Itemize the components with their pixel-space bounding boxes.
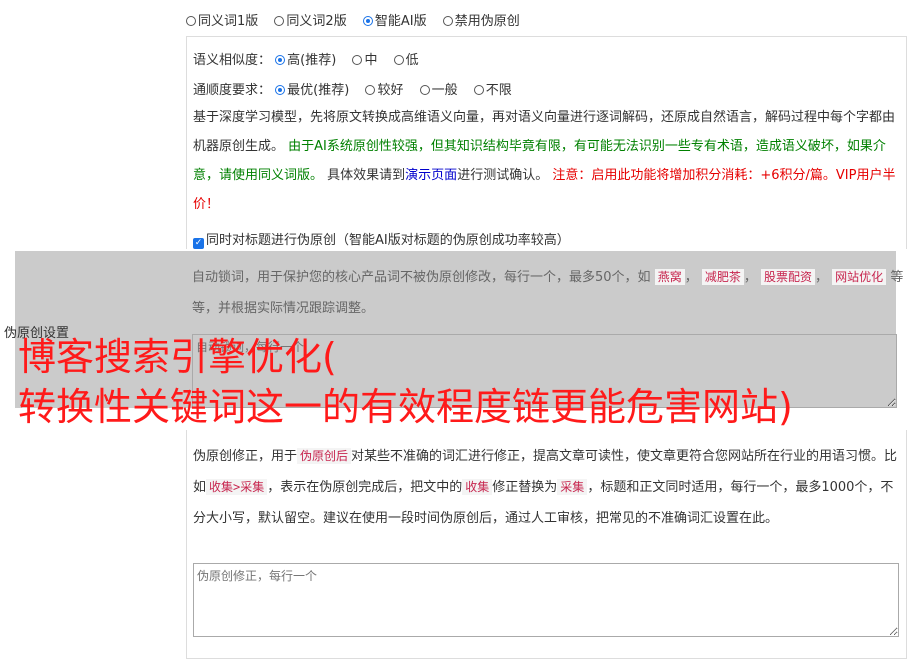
lock-words-section: 自动锁词，用于保护您的核心产品词不被伪原创修改，每行一个，最多50个，如 燕窝，… <box>186 262 905 324</box>
fluency-option-unlimited[interactable]: 不限 <box>473 79 512 98</box>
similarity-label: 语义相似度： <box>193 53 272 68</box>
ai-settings-panel: 语义相似度： 高(推荐) 中 低 通顺度要求： 最优(推荐) 较好 一般 不限 … <box>186 36 907 249</box>
overlay-line-1: 博客搜索引擎优化( <box>18 335 337 379</box>
overlay-headline: 博客搜索引擎优化( 转换性关键词这一的有效程度链更能危害网站) <box>18 332 793 432</box>
checkbox-checked-icon[interactable]: ✓ <box>193 238 204 249</box>
radio-icon[interactable] <box>274 16 285 26</box>
fluency-label: 通顺度要求： <box>193 83 272 98</box>
example-tag: 减肥茶 <box>701 269 744 285</box>
mode-option-synonym2[interactable]: 同义词2版 <box>274 10 347 29</box>
demo-page-link[interactable]: 演示页面 <box>405 168 457 183</box>
similarity-option-medium[interactable]: 中 <box>352 49 377 68</box>
radio-icon[interactable] <box>473 85 484 95</box>
example-tag: 伪原创后 <box>297 448 352 464</box>
title-checkbox-label: 同时对标题进行伪原创（智能AI版对标题的伪原创成功率较高） <box>206 233 570 248</box>
mode-radio-group: 同义词1版 同义词2版 智能AI版 禁用伪原创 <box>186 10 532 29</box>
mode-option-ai[interactable]: 智能AI版 <box>362 10 427 29</box>
radio-icon[interactable] <box>419 85 430 95</box>
example-tag: 股票配资 <box>761 269 816 285</box>
title-checkbox-row[interactable]: ✓ 同时对标题进行伪原创（智能AI版对标题的伪原创成功率较高） <box>193 229 570 249</box>
fluency-option-good[interactable]: 较好 <box>365 79 403 98</box>
mode-option-synonym1[interactable]: 同义词1版 <box>186 10 258 29</box>
fluency-option-normal[interactable]: 一般 <box>419 79 458 98</box>
fluency-row: 通顺度要求： 最优(推荐) 较好 一般 不限 <box>193 79 524 98</box>
radio-icon[interactable] <box>352 55 363 65</box>
overlay-line-2: 转换性关键词这一的有效程度链更能危害网站) <box>18 385 793 429</box>
radio-selected-icon[interactable] <box>275 55 286 65</box>
mode-option-disable[interactable]: 禁用伪原创 <box>442 10 520 29</box>
radio-icon[interactable] <box>442 16 453 26</box>
radio-selected-icon[interactable] <box>362 16 373 26</box>
correction-section: 伪原创修正，用于 伪原创后 对某些不准确的词汇进行修正，提高文章可读性，使文章更符合… <box>186 430 907 659</box>
example-tag: 燕窝 <box>654 269 685 285</box>
radio-icon[interactable] <box>393 55 404 65</box>
fluency-option-best[interactable]: 最优(推荐) <box>275 79 349 98</box>
radio-selected-icon[interactable] <box>275 85 286 95</box>
similarity-option-low[interactable]: 低 <box>393 49 419 68</box>
similarity-row: 语义相似度： 高(推荐) 中 低 <box>193 49 431 68</box>
example-tag: 采集 <box>557 479 588 495</box>
correction-textarea[interactable] <box>193 563 899 637</box>
radio-icon[interactable] <box>186 16 196 26</box>
radio-icon[interactable] <box>365 85 376 95</box>
ai-description: 基于深度学习模型，先将原文转换成高维语义向量，再对语义向量进行逐词解码，还原成自… <box>193 110 896 212</box>
example-tag: 收集 <box>462 479 493 495</box>
example-tag: 收集>采集 <box>206 479 268 495</box>
similarity-option-high[interactable]: 高(推荐) <box>275 49 336 68</box>
example-tag: 网站优化 <box>832 269 887 285</box>
correction-description: 伪原创修正，用于 伪原创后 对某些不准确的词汇进行修正，提高文章可读性，使文章更符合… <box>193 448 898 526</box>
lock-words-description: 自动锁词，用于保护您的核心产品词不被伪原创修改，每行一个，最多50个，如 燕窝，… <box>192 269 904 316</box>
